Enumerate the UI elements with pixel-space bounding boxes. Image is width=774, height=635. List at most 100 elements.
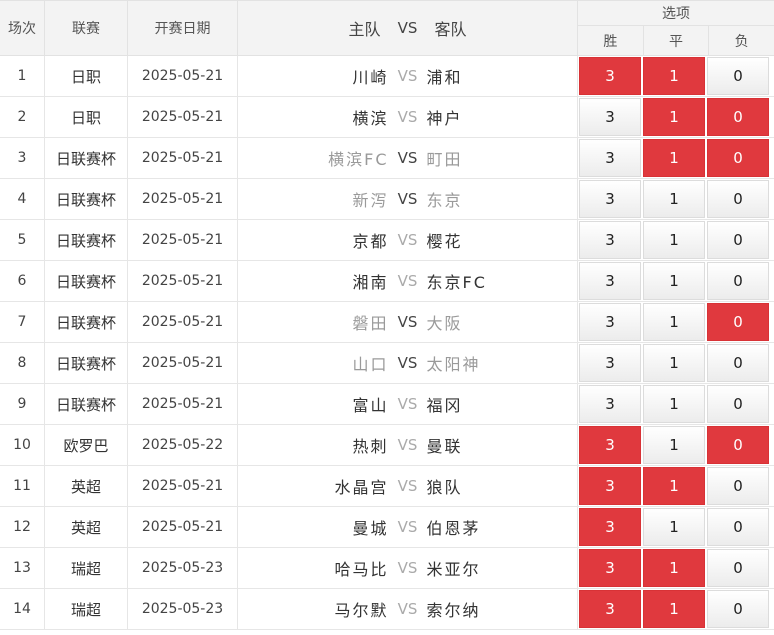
vs-label: VS: [397, 149, 418, 167]
option-loss-button[interactable]: 0: [707, 467, 769, 505]
option-draw-button[interactable]: 1: [643, 549, 705, 587]
option-draw-button[interactable]: 1: [643, 508, 705, 546]
option-win-button[interactable]: 3: [579, 180, 641, 218]
league-name: 日联赛杯: [45, 343, 128, 383]
option-draw-button[interactable]: 1: [643, 180, 705, 218]
home-team: 水晶宫: [334, 478, 389, 497]
away-team: 町田: [426, 150, 463, 169]
option-win-button[interactable]: 3: [579, 344, 641, 382]
option-draw-button[interactable]: 1: [643, 590, 705, 628]
table-row: 13 瑞超 2025-05-23 哈马比 VS 米亚尔 3 1 0: [0, 548, 774, 589]
option-loss-button[interactable]: 0: [707, 303, 769, 341]
option-loss-button[interactable]: 0: [707, 139, 769, 177]
vs-label: VS: [397, 395, 418, 413]
option-win-button[interactable]: 3: [579, 221, 641, 259]
header-match: 主队 VS 客队: [238, 1, 578, 55]
option-draw-button[interactable]: 1: [643, 139, 705, 177]
option-buttons: 3 1 0: [578, 384, 774, 424]
vs-label: VS: [397, 477, 418, 495]
option-loss-button[interactable]: 0: [707, 508, 769, 546]
match-teams: 新泻 VS 东京: [238, 179, 578, 219]
match-teams: 川崎 VS 浦和: [238, 56, 578, 96]
match-number: 1: [0, 56, 45, 96]
option-buttons: 3 1 0: [578, 179, 774, 219]
option-loss-button[interactable]: 0: [707, 344, 769, 382]
option-loss-button[interactable]: 0: [707, 426, 769, 464]
league-name: 日联赛杯: [45, 302, 128, 342]
home-team: 曼城: [352, 519, 389, 538]
option-win-button[interactable]: 3: [579, 98, 641, 136]
away-team: 樱花: [426, 232, 463, 251]
vs-label: VS: [397, 559, 418, 577]
option-buttons: 3 1 0: [578, 507, 774, 547]
vs-label: VS: [397, 354, 418, 372]
header-home: 主队: [348, 20, 381, 39]
match-teams: 哈马比 VS 米亚尔: [238, 548, 578, 588]
option-win-button[interactable]: 3: [579, 549, 641, 587]
option-win-button[interactable]: 3: [579, 385, 641, 423]
option-win-button[interactable]: 3: [579, 590, 641, 628]
option-loss-button[interactable]: 0: [707, 221, 769, 259]
match-date: 2025-05-21: [128, 384, 238, 424]
league-name: 瑞超: [45, 548, 128, 588]
option-buttons: 3 1 0: [578, 220, 774, 260]
option-win-button[interactable]: 3: [579, 139, 641, 177]
option-win-button[interactable]: 3: [579, 467, 641, 505]
match-teams: 山口 VS 太阳神: [238, 343, 578, 383]
vs-label: VS: [397, 67, 418, 85]
match-teams: 横滨 VS 神户: [238, 97, 578, 137]
header-loss: 负: [734, 33, 749, 50]
option-loss-button[interactable]: 0: [707, 385, 769, 423]
option-loss-button[interactable]: 0: [707, 98, 769, 136]
option-loss-button[interactable]: 0: [707, 590, 769, 628]
table-row: 2 日职 2025-05-21 横滨 VS 神户 3 1 0: [0, 97, 774, 138]
option-draw-button[interactable]: 1: [643, 303, 705, 341]
match-teams: 富山 VS 福冈: [238, 384, 578, 424]
option-win-button[interactable]: 3: [579, 303, 641, 341]
home-team: 磐田: [352, 314, 389, 333]
option-draw-button[interactable]: 1: [643, 385, 705, 423]
table-header: 场次 联赛 开赛日期 主队 VS 客队 选项 胜 平 负: [0, 0, 774, 56]
table-row: 9 日联赛杯 2025-05-21 富山 VS 福冈 3 1 0: [0, 384, 774, 425]
table-row: 11 英超 2025-05-21 水晶宫 VS 狼队 3 1 0: [0, 466, 774, 507]
option-draw-button[interactable]: 1: [643, 344, 705, 382]
option-draw-button[interactable]: 1: [643, 467, 705, 505]
match-date: 2025-05-21: [128, 179, 238, 219]
option-buttons: 3 1 0: [578, 425, 774, 465]
match-number: 12: [0, 507, 45, 547]
match-date: 2025-05-21: [128, 97, 238, 137]
vs-label: VS: [397, 436, 418, 454]
match-date: 2025-05-23: [128, 589, 238, 629]
option-draw-button[interactable]: 1: [643, 98, 705, 136]
option-loss-button[interactable]: 0: [707, 262, 769, 300]
option-draw-button[interactable]: 1: [643, 57, 705, 95]
option-loss-button[interactable]: 0: [707, 549, 769, 587]
match-teams: 京都 VS 樱花: [238, 220, 578, 260]
option-loss-button[interactable]: 0: [707, 57, 769, 95]
match-date: 2025-05-21: [128, 138, 238, 178]
home-team: 哈马比: [334, 560, 389, 579]
option-buttons: 3 1 0: [578, 261, 774, 301]
table-row: 5 日联赛杯 2025-05-21 京都 VS 樱花 3 1 0: [0, 220, 774, 261]
match-date: 2025-05-21: [128, 507, 238, 547]
option-loss-button[interactable]: 0: [707, 180, 769, 218]
home-team: 川崎: [352, 68, 389, 87]
vs-label: VS: [397, 231, 418, 249]
league-name: 日联赛杯: [45, 384, 128, 424]
home-team: 横滨: [352, 109, 389, 128]
option-draw-button[interactable]: 1: [643, 221, 705, 259]
away-team: 太阳神: [426, 355, 481, 374]
option-win-button[interactable]: 3: [579, 262, 641, 300]
match-teams: 热刺 VS 曼联: [238, 425, 578, 465]
league-name: 日联赛杯: [45, 138, 128, 178]
option-win-button[interactable]: 3: [579, 426, 641, 464]
match-teams: 水晶宫 VS 狼队: [238, 466, 578, 506]
table-row: 8 日联赛杯 2025-05-21 山口 VS 太阳神 3 1 0: [0, 343, 774, 384]
option-win-button[interactable]: 3: [579, 508, 641, 546]
option-buttons: 3 1 0: [578, 97, 774, 137]
match-teams: 曼城 VS 伯恩茅: [238, 507, 578, 547]
home-team: 湘南: [352, 273, 389, 292]
option-win-button[interactable]: 3: [579, 57, 641, 95]
option-draw-button[interactable]: 1: [643, 426, 705, 464]
option-draw-button[interactable]: 1: [643, 262, 705, 300]
